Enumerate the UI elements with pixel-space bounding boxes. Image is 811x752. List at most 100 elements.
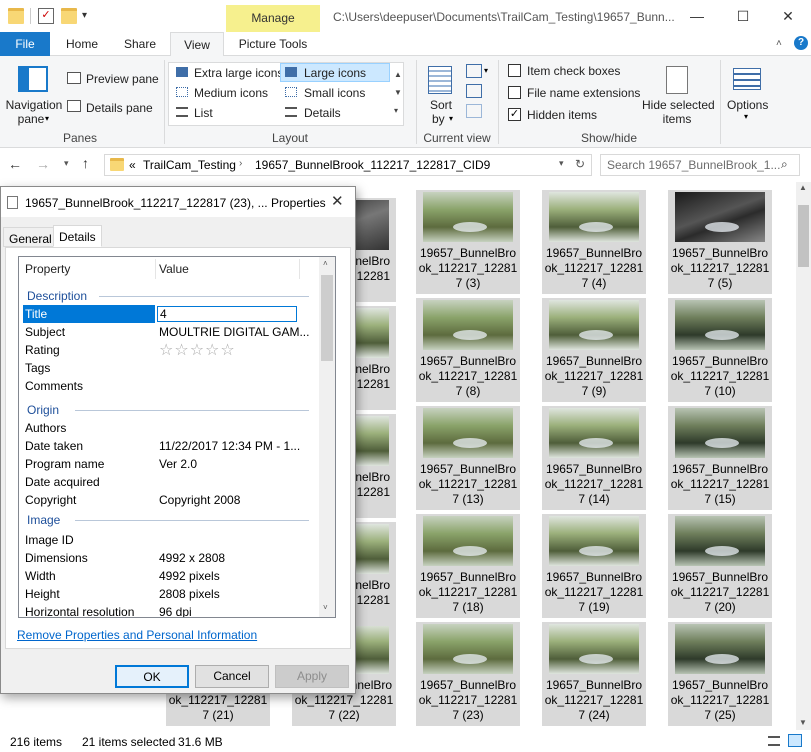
thumbnail-image xyxy=(549,192,639,242)
group-by-icon[interactable] xyxy=(466,64,482,78)
tab-view[interactable]: View xyxy=(170,32,224,57)
scroll-down-icon[interactable]: ˅ xyxy=(323,603,328,612)
dialog-title: 19657_BunnelBrook_112217_122817 (23), ..… xyxy=(25,196,326,210)
size-columns-icon[interactable] xyxy=(466,104,482,118)
property-row-image-id[interactable]: Image ID xyxy=(19,531,321,549)
scroll-up-icon[interactable]: ▲ xyxy=(799,183,807,192)
small-icons-option[interactable]: Small icons xyxy=(304,86,365,100)
property-row-copyright[interactable]: Copyright Copyright 2008 xyxy=(19,491,321,509)
dialog-close-button[interactable]: ✕ xyxy=(331,192,344,210)
tab-share[interactable]: Share xyxy=(114,32,166,56)
item-checkboxes-checkbox[interactable] xyxy=(508,64,521,77)
back-arrow-icon[interactable]: ← xyxy=(8,156,22,172)
scroll-up-icon[interactable]: ˄ xyxy=(323,259,328,268)
title-input[interactable] xyxy=(157,306,297,322)
file-thumbnail-item[interactable]: 19657_BunnelBro ok_112217_12281 7 (9) xyxy=(542,298,646,402)
details-option[interactable]: Details xyxy=(304,106,341,120)
customize-toolbar-icon[interactable]: ▾ xyxy=(82,10,87,21)
column-header-value[interactable]: Value xyxy=(159,257,189,281)
options-button[interactable]: Options xyxy=(727,98,768,112)
address-box[interactable]: « TrailCam_Testing › 19657_BunnelBrook_1… xyxy=(104,154,592,176)
property-row-dimensions[interactable]: Dimensions 4992 x 2808 xyxy=(19,549,321,567)
recent-locations-icon[interactable]: ▾ xyxy=(64,158,69,169)
minimize-button[interactable]: — xyxy=(674,4,720,28)
column-header-property[interactable]: Property xyxy=(25,257,70,281)
property-row-horizontal-resolution[interactable]: Horizontal resolution 96 dpi xyxy=(19,603,321,617)
tab-file[interactable]: File xyxy=(0,32,50,56)
details-view-icon[interactable] xyxy=(768,736,780,746)
breadcrumb-current-folder[interactable]: 19657_BunnelBrook_112217_122817_CID9 xyxy=(255,158,490,172)
file-thumbnail-item[interactable]: 19657_BunnelBro ok_112217_12281 7 (14) xyxy=(542,406,646,510)
scroll-down-icon[interactable]: ▼ xyxy=(799,718,807,727)
file-thumbnail-item[interactable]: 19657_BunnelBro ok_112217_12281 7 (24) xyxy=(542,622,646,726)
forward-arrow-icon[interactable]: → xyxy=(36,156,50,172)
property-row-program-name[interactable]: Program name Ver 2.0 xyxy=(19,455,321,473)
navigation-pane-button[interactable]: Navigation xyxy=(5,98,63,112)
property-row-subject[interactable]: Subject MOULTRIE DIGITAL GAM... xyxy=(19,323,321,341)
file-thumbnail-item[interactable]: 19657_BunnelBro ok_112217_12281 7 (19) xyxy=(542,514,646,618)
manage-context-tab[interactable]: Manage xyxy=(226,5,320,32)
file-thumbnail-item[interactable]: 19657_BunnelBro ok_112217_12281 7 (23) xyxy=(416,622,520,726)
file-thumbnail-item[interactable]: 19657_BunnelBro ok_112217_12281 7 (5) xyxy=(668,190,772,294)
add-columns-icon[interactable] xyxy=(466,84,482,98)
list-option[interactable]: List xyxy=(194,106,213,120)
layout-scroll-icon[interactable]: ▲ ▼ ▾ xyxy=(394,66,402,120)
sort-by-button[interactable]: Sort xyxy=(430,98,452,112)
remove-properties-link[interactable]: Remove Properties and Personal Informati… xyxy=(17,628,257,642)
tab-home[interactable]: Home xyxy=(56,32,108,56)
extra-large-icons-option[interactable]: Extra large icons xyxy=(194,66,283,80)
file-thumbnail-item[interactable]: 19657_BunnelBro ok_112217_12281 7 (3) xyxy=(416,190,520,294)
preview-pane-button[interactable]: Preview pane xyxy=(86,72,159,86)
file-thumbnail-item[interactable]: 19657_BunnelBro ok_112217_12281 7 (10) xyxy=(668,298,772,402)
ok-button[interactable]: OK xyxy=(115,665,189,688)
file-thumbnail-item[interactable]: 19657_BunnelBro ok_112217_12281 7 (18) xyxy=(416,514,520,618)
property-list-scrollbar[interactable]: ˄ ˅ xyxy=(319,257,335,617)
file-thumbnail-item[interactable]: 19657_BunnelBro ok_112217_12281 7 (13) xyxy=(416,406,520,510)
medium-icons-option[interactable]: Medium icons xyxy=(194,86,268,100)
up-arrow-icon[interactable]: ↑ xyxy=(82,155,89,171)
hide-selected-button[interactable]: Hide selected xyxy=(642,98,715,112)
cancel-button[interactable]: Cancel xyxy=(195,665,269,688)
property-row-height[interactable]: Height 2808 pixels xyxy=(19,585,321,603)
hidden-items-checkbox[interactable]: ✓ xyxy=(508,108,521,121)
tab-general[interactable]: General xyxy=(3,227,58,247)
file-thumbnail-item[interactable]: 19657_BunnelBro ok_112217_12281 7 (15) xyxy=(668,406,772,510)
scrollbar-thumb[interactable] xyxy=(798,205,809,267)
property-row-tags[interactable]: Tags xyxy=(19,359,321,377)
breadcrumb-trailcam-testing[interactable]: TrailCam_Testing xyxy=(143,158,236,172)
property-row-authors[interactable]: Authors xyxy=(19,419,321,437)
help-icon[interactable]: ? xyxy=(794,36,808,50)
property-row-comments[interactable]: Comments xyxy=(19,377,321,395)
maximize-button[interactable]: ☐ xyxy=(720,4,766,28)
file-thumbnail-item[interactable]: 19657_BunnelBro ok_112217_12281 7 (20) xyxy=(668,514,772,618)
scrollbar-thumb[interactable] xyxy=(321,275,333,361)
large-icons-option[interactable]: Large icons xyxy=(304,66,366,80)
tab-picture-tools[interactable]: Picture Tools xyxy=(228,32,318,56)
new-folder-icon[interactable] xyxy=(61,8,77,24)
property-row-width[interactable]: Width 4992 pixels xyxy=(19,567,321,585)
breadcrumb-overflow[interactable]: « xyxy=(129,158,136,172)
search-box[interactable]: Search 19657_BunnelBrook_1... ⌕ xyxy=(600,154,800,176)
address-dropdown-icon[interactable]: ▾ xyxy=(559,158,564,169)
property-row-date-taken[interactable]: Date taken 11/22/2017 12:34 PM - 1... xyxy=(19,437,321,455)
show-hide-group-label: Show/hide xyxy=(580,131,638,145)
file-thumbnail-item[interactable]: 19657_BunnelBro ok_112217_12281 7 (25) xyxy=(668,622,772,726)
property-row-rating[interactable]: Rating ☆☆☆☆☆ xyxy=(19,341,321,359)
tab-details[interactable]: Details xyxy=(53,225,102,247)
chevron-right-icon[interactable]: › xyxy=(239,158,242,169)
property-row-date-acquired[interactable]: Date acquired xyxy=(19,473,321,491)
details-pane-button[interactable]: Details pane xyxy=(86,101,153,115)
collapse-ribbon-icon[interactable]: ˄ xyxy=(776,38,782,49)
file-thumbnail-item[interactable]: 19657_BunnelBro ok_112217_12281 7 (4) xyxy=(542,190,646,294)
file-thumbnail-item[interactable]: 19657_BunnelBro ok_112217_12281 7 (8) xyxy=(416,298,520,402)
large-icons-view-icon[interactable] xyxy=(788,734,802,747)
property-row-title[interactable]: Title 4 xyxy=(19,305,321,323)
rating-stars-icon[interactable]: ☆☆☆☆☆ xyxy=(159,341,236,359)
refresh-icon[interactable]: ↻ xyxy=(575,157,585,171)
apply-button[interactable]: Apply xyxy=(275,665,349,688)
file-name-extensions-checkbox[interactable] xyxy=(508,86,521,99)
close-window-button[interactable]: ✕ xyxy=(765,4,811,28)
property-list[interactable]: Property Value Description Title 4 Subje… xyxy=(18,256,336,618)
search-input[interactable]: Search 19657_BunnelBrook_1... xyxy=(607,158,780,172)
properties-check-icon[interactable]: ✓ xyxy=(38,8,54,24)
